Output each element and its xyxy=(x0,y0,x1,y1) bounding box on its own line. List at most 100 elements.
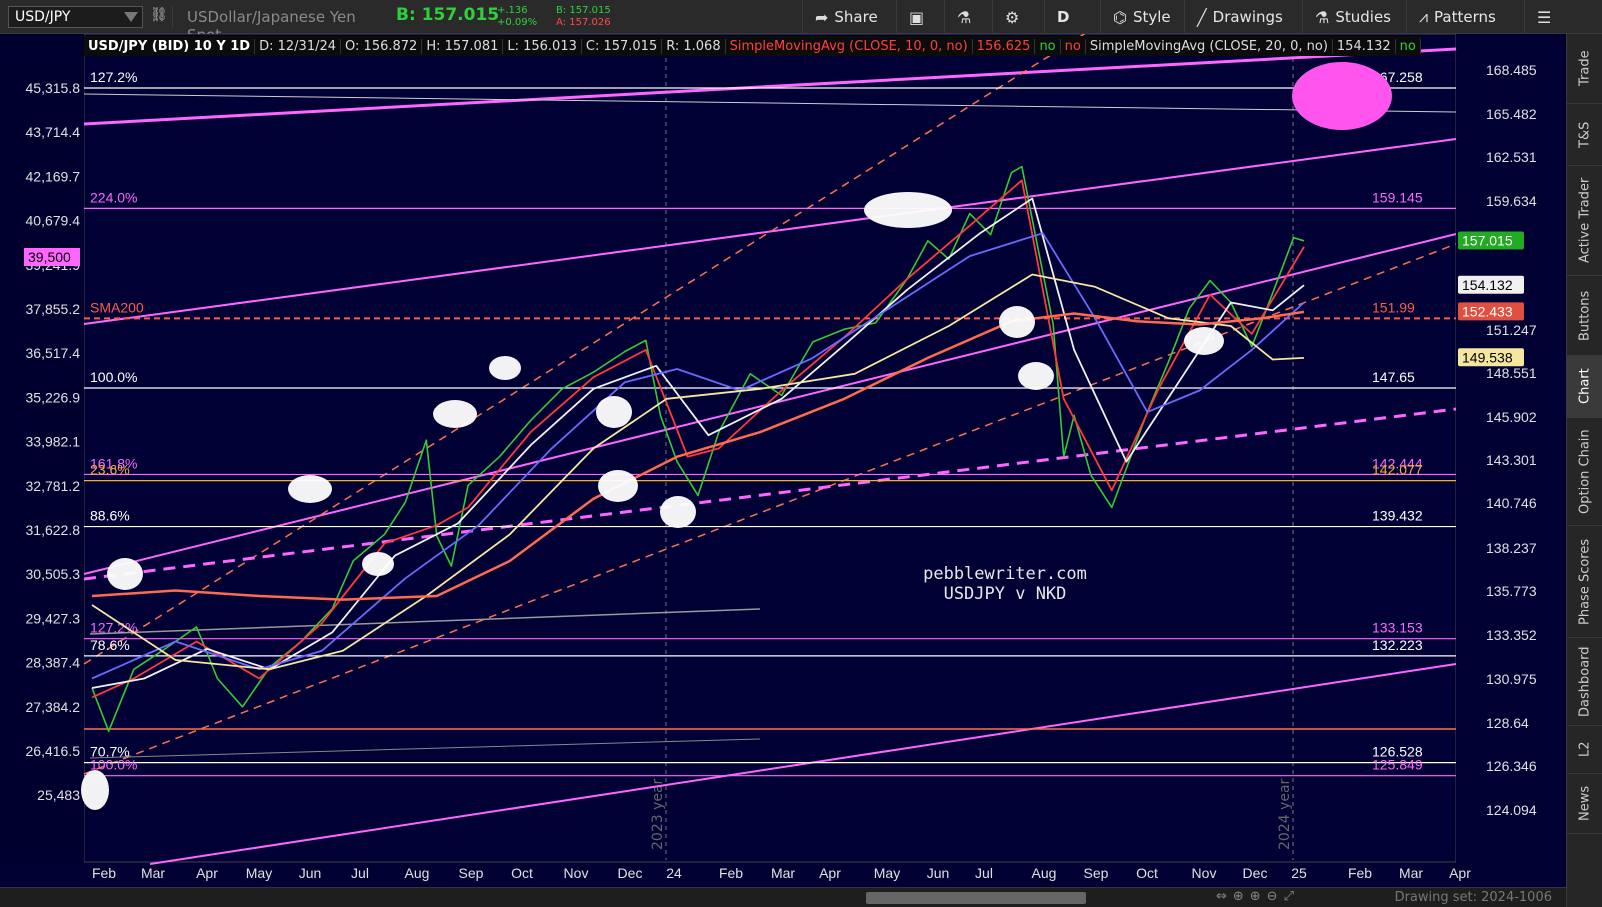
legend-low: L: 156.013 xyxy=(503,38,582,54)
tab-l2[interactable]: L2 xyxy=(1567,726,1602,774)
settings-button[interactable]: ⚙ xyxy=(992,0,1031,34)
x-axis-tick-label: Dec xyxy=(1243,865,1268,881)
price-badge-label: 157.015 xyxy=(1462,233,1513,249)
left-axis-tick-label: 27,384.2 xyxy=(26,699,81,715)
tab-option-chain[interactable]: Option Chain xyxy=(1567,418,1602,526)
drawing-set-label: Drawing set: 2024-1006 xyxy=(1394,890,1552,905)
flask-button[interactable]: ⚗ xyxy=(944,0,983,34)
x-axis-tick-label: Mar xyxy=(771,865,795,881)
period-button[interactable]: D xyxy=(1044,0,1081,34)
x-axis-tick-label: Mar xyxy=(141,865,165,881)
right-axis-tick-label: 162.531 xyxy=(1486,149,1537,165)
left-axis-tick-label: 42,169.7 xyxy=(26,168,81,184)
tab-news[interactable]: News xyxy=(1567,774,1602,834)
chart-legend: USD/JPY (BID) 10 Y 1D D: 12/31/24 O: 156… xyxy=(84,36,1421,56)
right-axis-tick-label: 165.482 xyxy=(1486,106,1537,122)
share-icon: ➦ xyxy=(815,7,829,27)
tab-phase-scores[interactable]: Phase Scores xyxy=(1567,526,1602,638)
studies-label: Studies xyxy=(1335,8,1391,26)
price-badge-label: 152.433 xyxy=(1462,303,1513,319)
legend-sma20-value: 154.132 xyxy=(1333,38,1396,54)
level-left-label: SMA200 xyxy=(90,299,144,315)
highlight-ellipse xyxy=(81,770,109,810)
studies-button[interactable]: ⚗ Studies xyxy=(1302,0,1403,34)
tab-t-s[interactable]: T&S xyxy=(1567,104,1602,166)
highlight-ellipse xyxy=(107,558,143,590)
right-axis-tick-label: 133.352 xyxy=(1486,627,1537,643)
level-left-label: 88.6% xyxy=(90,508,130,524)
tab-chart[interactable]: Chart xyxy=(1567,356,1602,418)
app-window: USD/JPY ⛓ USDollar/Japanese Yen Spot B: … xyxy=(0,0,1602,907)
left-axis-tick-label: 26,416.5 xyxy=(26,743,81,759)
share-button[interactable]: ➦ Share xyxy=(802,0,890,34)
legend-title: USD/JPY (BID) 10 Y 1D xyxy=(84,38,256,54)
style-button[interactable]: ⌬ Style xyxy=(1100,0,1183,34)
level-right-label: 142.077 xyxy=(1372,462,1423,478)
tab-dashboard[interactable]: Dashboard xyxy=(1567,638,1602,726)
menu-icon: ☰ xyxy=(1537,7,1552,27)
x-axis-tick-label: Nov xyxy=(1192,865,1217,881)
x-axis-tick-label: Jul xyxy=(975,865,993,881)
x-axis-tick-label: Feb xyxy=(92,865,116,881)
level-right-label: 139.432 xyxy=(1372,508,1423,524)
legend-close: C: 157.015 xyxy=(582,38,663,54)
right-axis-tick-label: 148.551 xyxy=(1486,365,1537,381)
left-axis-tick-label: 33,982.1 xyxy=(26,434,81,450)
patterns-button[interactable]: ⩘ Patterns xyxy=(1406,0,1508,34)
left-axis-tick-label: 40,679.4 xyxy=(26,213,81,229)
highlight-ellipse xyxy=(433,400,477,428)
percent-change: +0.09% xyxy=(497,17,538,28)
left-axis-tick-label: 30,505.3 xyxy=(26,566,81,582)
level-left-label: 127.2% xyxy=(90,69,137,85)
level-right-label: 151.99 xyxy=(1372,299,1415,315)
legend-no-1: no xyxy=(1035,38,1061,54)
legend-range: R: 1.068 xyxy=(662,38,726,54)
x-axis-tick-label: May xyxy=(246,865,272,881)
highlight-ellipse xyxy=(1018,362,1054,390)
tab-active-trader[interactable]: Active Trader xyxy=(1567,166,1602,276)
zoom-tools-icon[interactable]: ⇔⊕⊕⊖⤢ xyxy=(1216,889,1300,904)
tab-buttons[interactable]: Buttons xyxy=(1567,276,1602,356)
left-axis-tick-label: 25,483 xyxy=(37,787,80,803)
x-axis-tick-label: Jul xyxy=(351,865,369,881)
x-axis-tick-label: Feb xyxy=(719,865,743,881)
highlight-ellipse xyxy=(489,356,521,380)
x-axis-tick-label: Jun xyxy=(927,865,950,881)
price-chart[interactable]: 2023 year 2024 year127.2% 167.258224.0% 159… xyxy=(0,34,1566,887)
right-axis-tick-label: 124.094 xyxy=(1486,802,1537,818)
right-axis-tick-label: 151.247 xyxy=(1486,322,1537,338)
left-axis-tick-label: 43,714.4 xyxy=(26,124,81,140)
year-marker-label: 2024 year xyxy=(1277,778,1293,850)
right-axis-tick-label: 159.634 xyxy=(1486,193,1537,209)
drawings-label: Drawings xyxy=(1212,8,1283,26)
legend-sma20: SimpleMovingAvg (CLOSE, 20, 0, no) xyxy=(1086,38,1333,54)
x-axis-tick-label: Nov xyxy=(564,865,589,881)
right-axis-tick-label: 138.237 xyxy=(1486,540,1537,556)
symbol-field[interactable]: USD/JPY xyxy=(8,6,143,28)
plot-area[interactable] xyxy=(83,34,1457,863)
left-axis-tick-label: 35,226.9 xyxy=(26,389,81,405)
price-badge-label: 149.538 xyxy=(1462,349,1513,365)
level-left-label: 78.6% xyxy=(90,637,130,653)
x-axis-tick-label: Apr xyxy=(1449,865,1471,881)
chart-area[interactable]: 2023 year 2024 year 127.2% 167.258 224.0% 159… xyxy=(0,34,1566,907)
legend-no-3: no xyxy=(1396,38,1421,54)
x-axis-tick-label: Apr xyxy=(819,865,841,881)
snapshot-button[interactable]: ▣ xyxy=(896,0,936,34)
chevron-down-icon[interactable] xyxy=(124,12,138,22)
flask-icon: ⚗ xyxy=(957,7,972,27)
link-icon[interactable]: ⛓ xyxy=(150,7,168,23)
period-label: D xyxy=(1057,8,1070,26)
legend-high: H: 157.081 xyxy=(422,38,504,54)
scroll-thumb[interactable] xyxy=(866,892,1086,904)
style-label: Style xyxy=(1132,8,1171,26)
price-badge-label: 154.132 xyxy=(1462,277,1513,293)
legend-sma10-value: 156.625 xyxy=(973,38,1036,54)
level-right-label: 133.153 xyxy=(1372,620,1423,636)
tab-trade[interactable]: Trade xyxy=(1567,34,1602,104)
highlight-ellipse xyxy=(1292,62,1392,130)
bottom-scrollbar[interactable]: ⇔⊕⊕⊖⤢ Drawing set: 2024-1006 xyxy=(0,887,1566,907)
drawings-button[interactable]: ╱ Drawings xyxy=(1184,0,1295,34)
flask-study-icon: ⚗ xyxy=(1315,7,1330,27)
menu-button[interactable]: ☰ xyxy=(1524,0,1566,34)
